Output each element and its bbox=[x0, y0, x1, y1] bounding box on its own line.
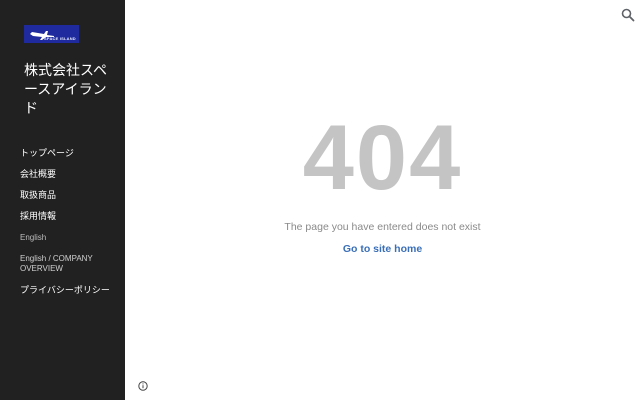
sidebar-item-english-company-overview[interactable]: English / COMPANY OVERVIEW bbox=[20, 254, 105, 274]
go-home-link[interactable]: Go to site home bbox=[125, 243, 640, 255]
sidebar-item-products[interactable]: 取扱商品 bbox=[20, 190, 120, 200]
search-icon bbox=[621, 8, 635, 22]
logo-text: SPACE ISLAND bbox=[44, 36, 76, 41]
site-title[interactable]: 株式会社スペースアイランド bbox=[24, 61, 112, 118]
sidebar-item-english[interactable]: English bbox=[20, 233, 120, 243]
sidebar-item-company-profile[interactable]: 会社概要 bbox=[20, 169, 120, 179]
error-code: 404 bbox=[302, 107, 463, 209]
main-content: 404 The page you have entered does not e… bbox=[125, 0, 640, 400]
info-icon bbox=[138, 381, 148, 391]
error-message: The page you have entered does not exist bbox=[284, 221, 481, 233]
sidebar-item-top-page[interactable]: トップページ bbox=[20, 148, 120, 158]
sidebar-item-recruitment[interactable]: 採用情報 bbox=[20, 211, 120, 221]
site-info-button[interactable] bbox=[138, 378, 148, 391]
sidebar-item-privacy-policy[interactable]: プライバシーポリシー bbox=[20, 285, 120, 295]
site-logo[interactable]: SPACE ISLAND bbox=[24, 25, 79, 43]
search-button[interactable] bbox=[620, 7, 636, 23]
sidebar: SPACE ISLAND 株式会社スペースアイランド トップページ 会社概要 取… bbox=[0, 0, 125, 400]
